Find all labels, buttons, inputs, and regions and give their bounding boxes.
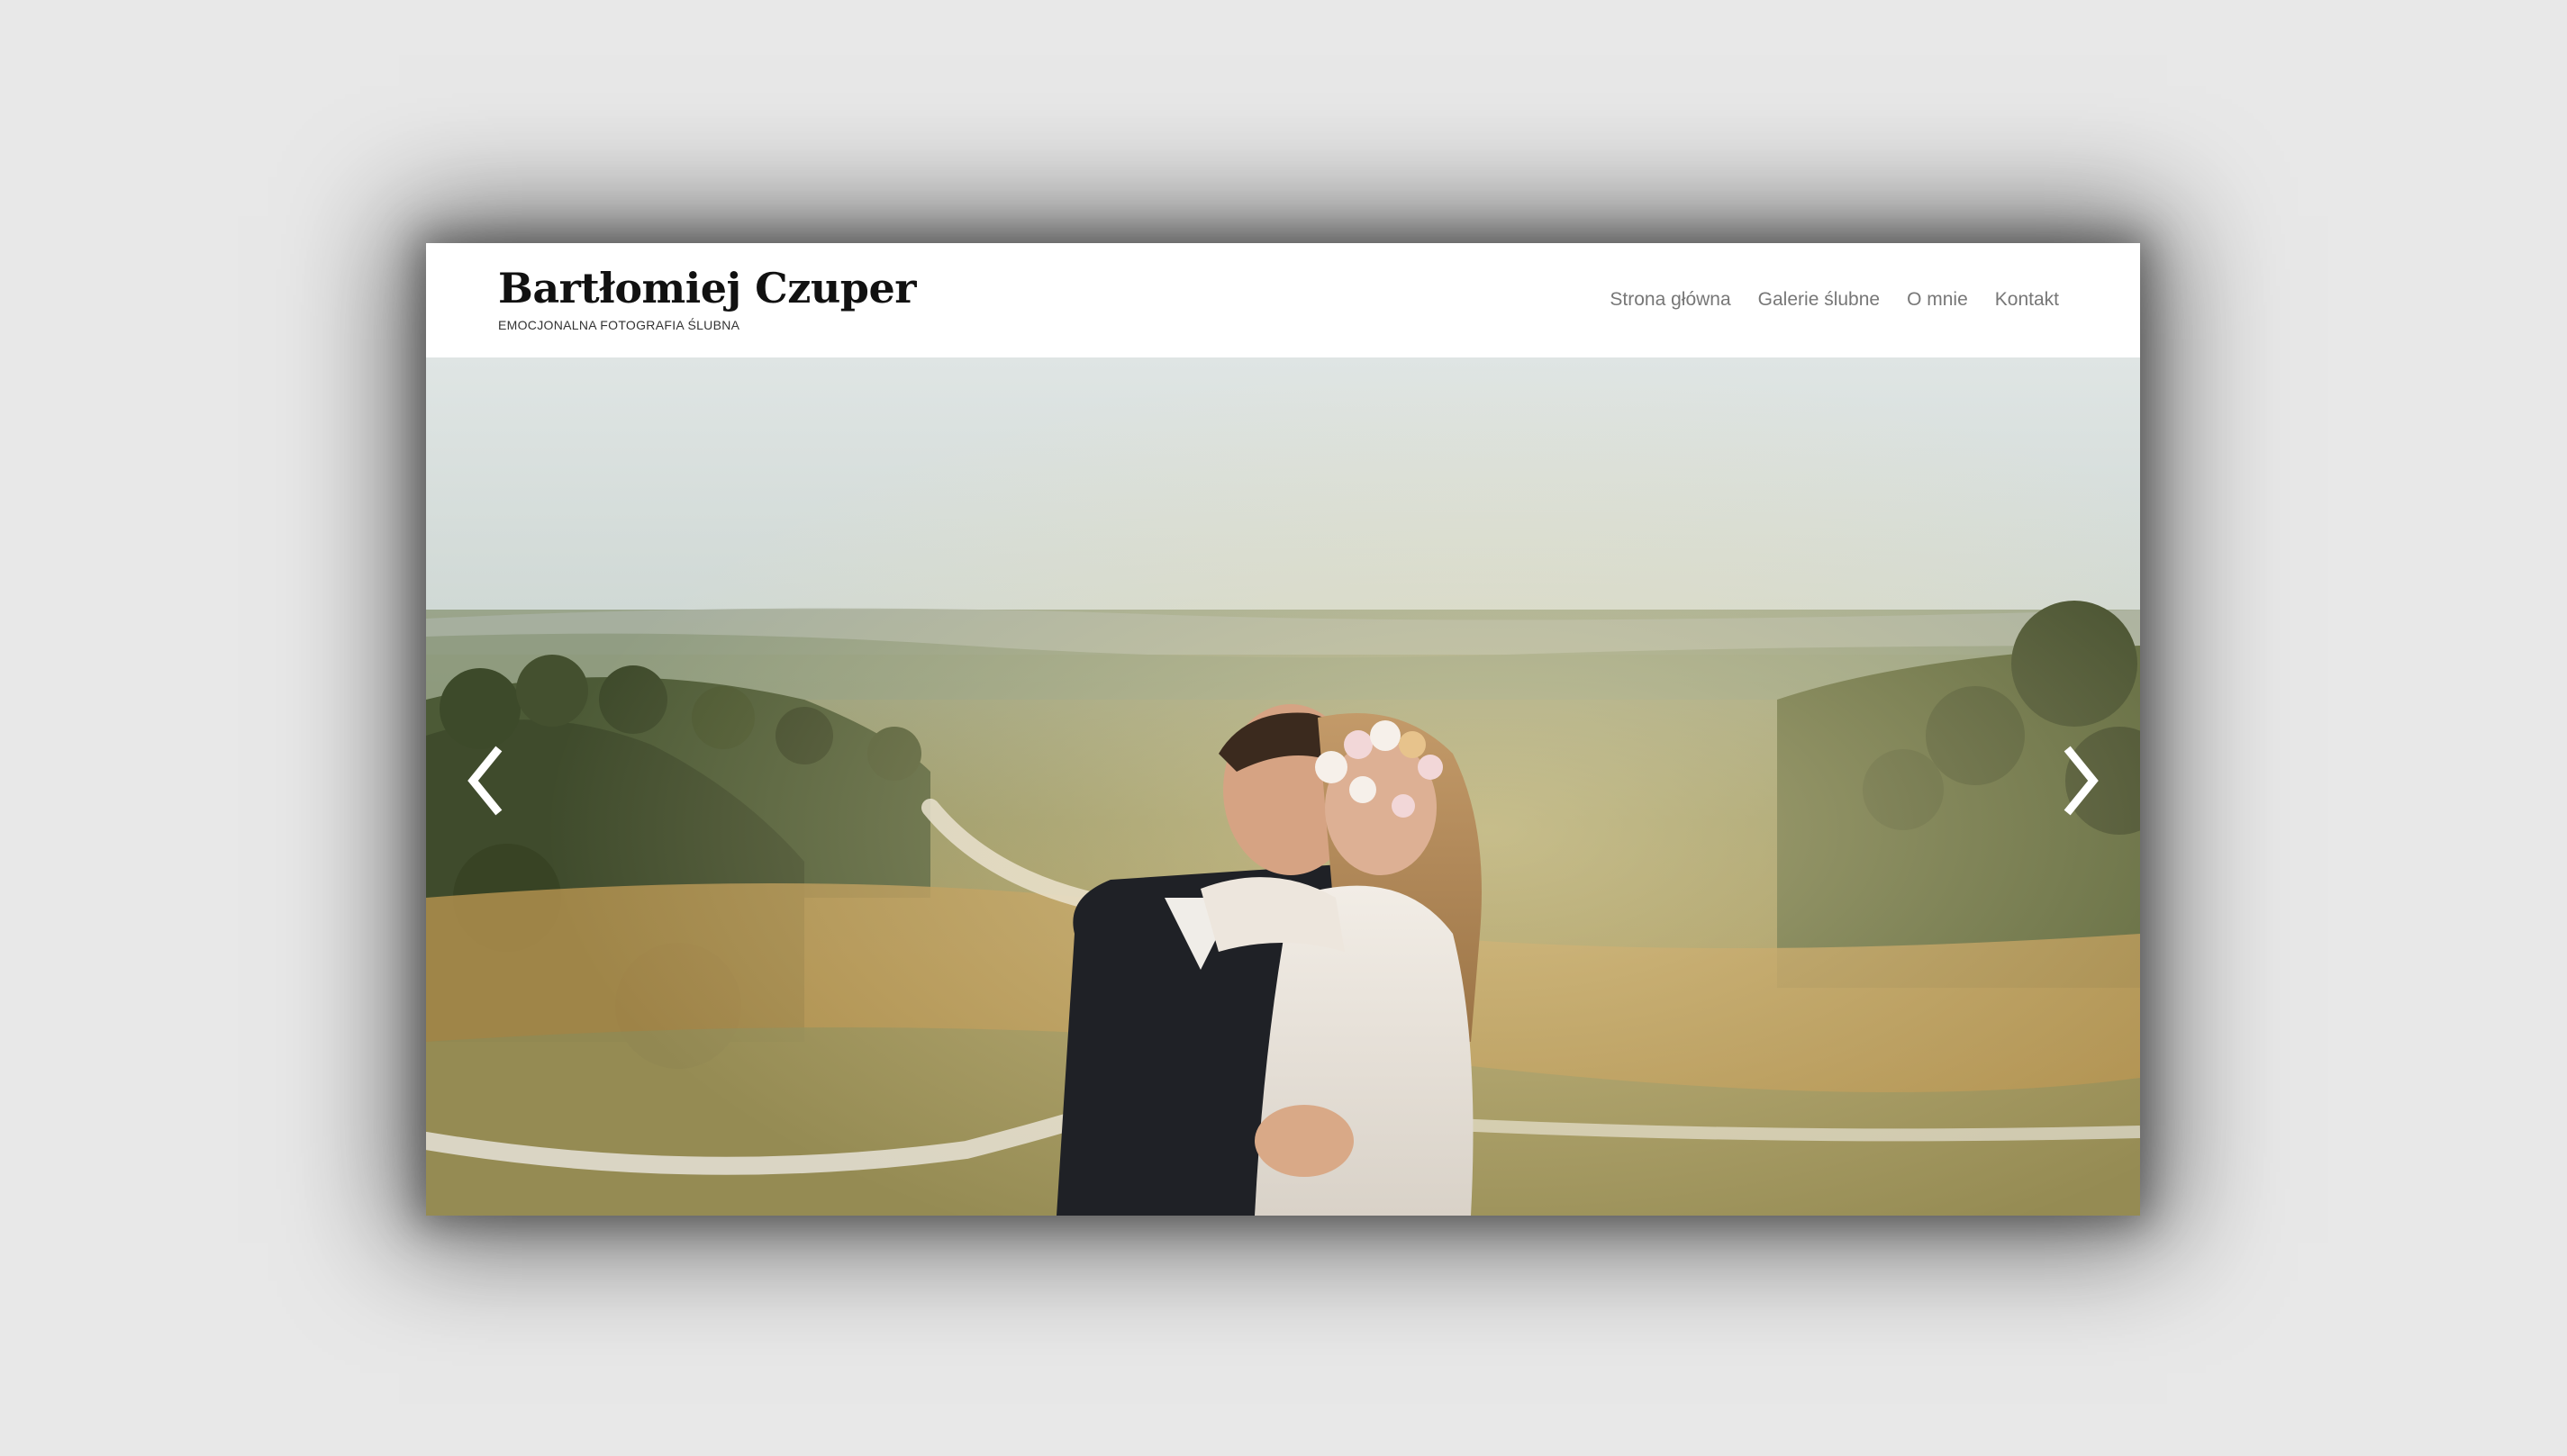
nav-item-galleries[interactable]: Galerie ślubne — [1758, 286, 1880, 313]
site-tagline: EMOCJONALNA FOTOGRAFIA ŚLUBNA — [498, 318, 740, 332]
main-navigation: Strona główna Galerie ślubne O mnie Kont… — [1610, 286, 2059, 313]
site-header: Bartłomiej Czuper EMOCJONALNA FOTOGRAFIA… — [426, 243, 2140, 357]
website-screenshot: Bartłomiej Czuper EMOCJONALNA FOTOGRAFIA… — [426, 243, 2140, 1216]
chevron-left-icon — [467, 746, 503, 816]
hero-photo — [426, 357, 2140, 1216]
nav-item-contact[interactable]: Kontakt — [1995, 286, 2059, 313]
site-title[interactable]: Bartłomiej Czuper — [498, 259, 916, 317]
chevron-right-icon — [2064, 746, 2099, 816]
nav-item-home[interactable]: Strona główna — [1610, 286, 1730, 313]
nav-item-about[interactable]: O mnie — [1907, 286, 1968, 313]
presentation-backdrop: Bartłomiej Czuper EMOCJONALNA FOTOGRAFIA… — [0, 0, 2567, 1456]
slider-prev-button[interactable] — [453, 736, 516, 826]
hero-slider — [426, 357, 2140, 1216]
site-brand[interactable]: Bartłomiej Czuper EMOCJONALNA FOTOGRAFIA… — [498, 259, 916, 333]
slider-next-button[interactable] — [2050, 736, 2113, 826]
